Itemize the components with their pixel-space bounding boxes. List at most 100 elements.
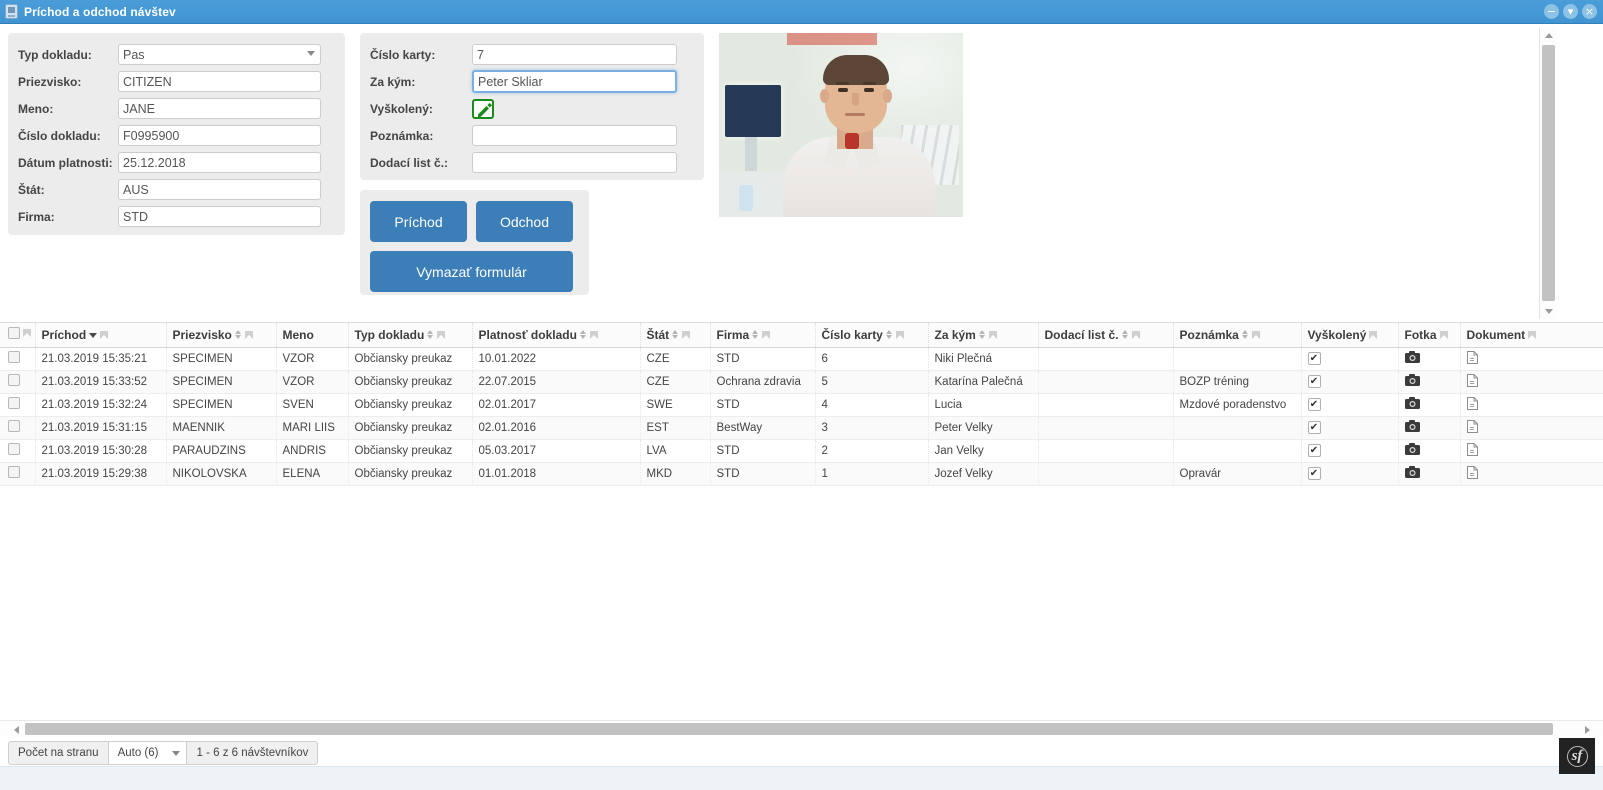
scroll-down-icon[interactable] [1540, 304, 1557, 319]
firstname-input[interactable] [118, 98, 321, 119]
column-header-visiting[interactable]: Za kým [928, 323, 1039, 348]
view-document-button[interactable] [1466, 373, 1478, 390]
scrollbar-thumb[interactable] [1542, 45, 1555, 301]
column-header-delivery[interactable]: Dodací list č. [1038, 323, 1174, 348]
column-header-docvalid[interactable]: Platnosť dokladu [472, 323, 641, 348]
column-header-doctype[interactable]: Typ dokladu [348, 323, 473, 348]
filter-icon[interactable] [589, 330, 599, 340]
filter-icon[interactable] [895, 330, 905, 340]
table-row[interactable]: 21.03.2019 15:31:15 MAENNIK MARI LIIS Občia… [0, 416, 1603, 440]
filter-icon[interactable] [1369, 330, 1378, 340]
column-header-company[interactable]: Firma [710, 323, 816, 348]
view-photo-button[interactable] [1404, 466, 1420, 481]
row-select-checkbox[interactable] [8, 443, 20, 455]
view-photo-button[interactable] [1404, 351, 1420, 366]
scroll-left-icon[interactable] [8, 721, 24, 738]
table-row[interactable]: 21.03.2019 15:32:24 SPECIMEN SVEN Občiansky… [0, 393, 1603, 417]
cell-document[interactable] [1460, 347, 1603, 371]
filter-icon[interactable] [762, 330, 771, 340]
cell-photo[interactable] [1398, 462, 1461, 486]
trained-checkbox-checked[interactable] [1307, 398, 1321, 412]
filter-icon[interactable] [1439, 330, 1449, 340]
cell-trained[interactable] [1301, 416, 1399, 440]
cell-trained[interactable] [1301, 462, 1399, 486]
select-all-checkbox[interactable] [8, 327, 20, 340]
cell-trained[interactable] [1301, 347, 1399, 371]
cell-document[interactable] [1460, 393, 1603, 417]
cell-photo[interactable] [1398, 416, 1461, 440]
view-document-button[interactable] [1466, 350, 1478, 367]
row-select-checkbox[interactable] [8, 466, 20, 478]
cell-select[interactable] [0, 439, 36, 463]
row-select-checkbox[interactable] [8, 420, 20, 432]
trained-checkbox-checked[interactable] [1307, 421, 1321, 435]
restore-icon[interactable]: ▾ [1563, 4, 1578, 19]
cell-select[interactable] [0, 370, 36, 394]
filter-icon[interactable] [244, 330, 254, 340]
surname-input[interactable] [118, 71, 321, 92]
filter-icon[interactable] [1131, 330, 1141, 340]
visiting-input[interactable] [472, 70, 677, 93]
column-header-cardno[interactable]: Číslo karty [815, 323, 929, 348]
scroll-up-icon[interactable] [1540, 28, 1557, 43]
clear-form-button[interactable]: Vymazať formulár [370, 251, 573, 292]
view-document-button[interactable] [1466, 419, 1478, 436]
table-row[interactable]: 21.03.2019 15:30:28 PARAUDZINS ANDRIS Občia… [0, 439, 1603, 463]
state-input[interactable] [118, 179, 321, 200]
arrival-button[interactable]: Príchod [370, 201, 467, 242]
delivery-input[interactable] [472, 152, 677, 173]
column-header-note[interactable]: Poznámka [1173, 323, 1302, 348]
column-header-trained[interactable]: Vyškolený [1301, 323, 1399, 348]
scroll-right-icon[interactable] [1579, 721, 1595, 738]
row-select-checkbox[interactable] [8, 397, 20, 409]
symfony-profiler-badge[interactable]: sf [1559, 738, 1595, 774]
filter-icon[interactable] [1528, 330, 1537, 340]
cell-trained[interactable] [1301, 370, 1399, 394]
doctype-select[interactable] [118, 44, 321, 65]
column-header-select[interactable] [0, 323, 36, 348]
cell-select[interactable] [0, 393, 36, 417]
sort-toggle-icon[interactable] [1121, 329, 1129, 340]
sort-toggle-icon[interactable] [672, 329, 679, 340]
cell-select[interactable] [0, 347, 36, 371]
validity-input[interactable] [118, 152, 321, 173]
sort-toggle-icon[interactable] [427, 329, 434, 340]
cell-photo[interactable] [1398, 347, 1461, 371]
cell-select[interactable] [0, 462, 36, 486]
scrollbar-thumb-horizontal[interactable] [25, 723, 1553, 735]
trained-edit-button[interactable] [472, 98, 494, 119]
cell-photo[interactable] [1398, 370, 1461, 394]
sort-toggle-icon[interactable] [234, 329, 242, 340]
view-document-button[interactable] [1466, 442, 1478, 459]
filter-icon[interactable] [1251, 330, 1261, 340]
sort-toggle-icon[interactable] [1241, 329, 1249, 340]
column-header-photo[interactable]: Fotka [1398, 323, 1461, 348]
view-photo-button[interactable] [1404, 443, 1420, 458]
docnumber-input[interactable] [118, 125, 321, 146]
column-header-arrival[interactable]: Príchod [35, 323, 167, 348]
cell-trained[interactable] [1301, 439, 1399, 463]
grid-horizontal-scrollbar[interactable] [0, 720, 1603, 737]
view-photo-button[interactable] [1404, 420, 1420, 435]
close-icon[interactable]: × [1582, 4, 1597, 19]
sort-toggle-icon[interactable] [579, 329, 587, 340]
trained-checkbox-checked[interactable] [1307, 375, 1321, 389]
cell-photo[interactable] [1398, 439, 1461, 463]
form-area-vertical-scrollbar[interactable] [1539, 28, 1556, 319]
cell-select[interactable] [0, 416, 36, 440]
view-photo-button[interactable] [1404, 374, 1420, 389]
column-header-surname[interactable]: Priezvisko [166, 323, 277, 348]
cell-document[interactable] [1460, 416, 1603, 440]
cardnumber-input[interactable] [472, 44, 677, 65]
note-input[interactable] [472, 125, 677, 146]
table-row[interactable]: 21.03.2019 15:35:21 SPECIMEN VZOR Občiansky… [0, 347, 1603, 371]
filter-icon[interactable] [100, 330, 109, 340]
cell-trained[interactable] [1301, 393, 1399, 417]
cell-document[interactable] [1460, 370, 1603, 394]
column-header-state[interactable]: Štát [640, 323, 711, 348]
filter-icon[interactable] [682, 330, 691, 340]
column-header-firstname[interactable]: Meno [276, 323, 349, 348]
sort-toggle-icon[interactable] [978, 329, 986, 340]
cell-photo[interactable] [1398, 393, 1461, 417]
cell-document[interactable] [1460, 462, 1603, 486]
